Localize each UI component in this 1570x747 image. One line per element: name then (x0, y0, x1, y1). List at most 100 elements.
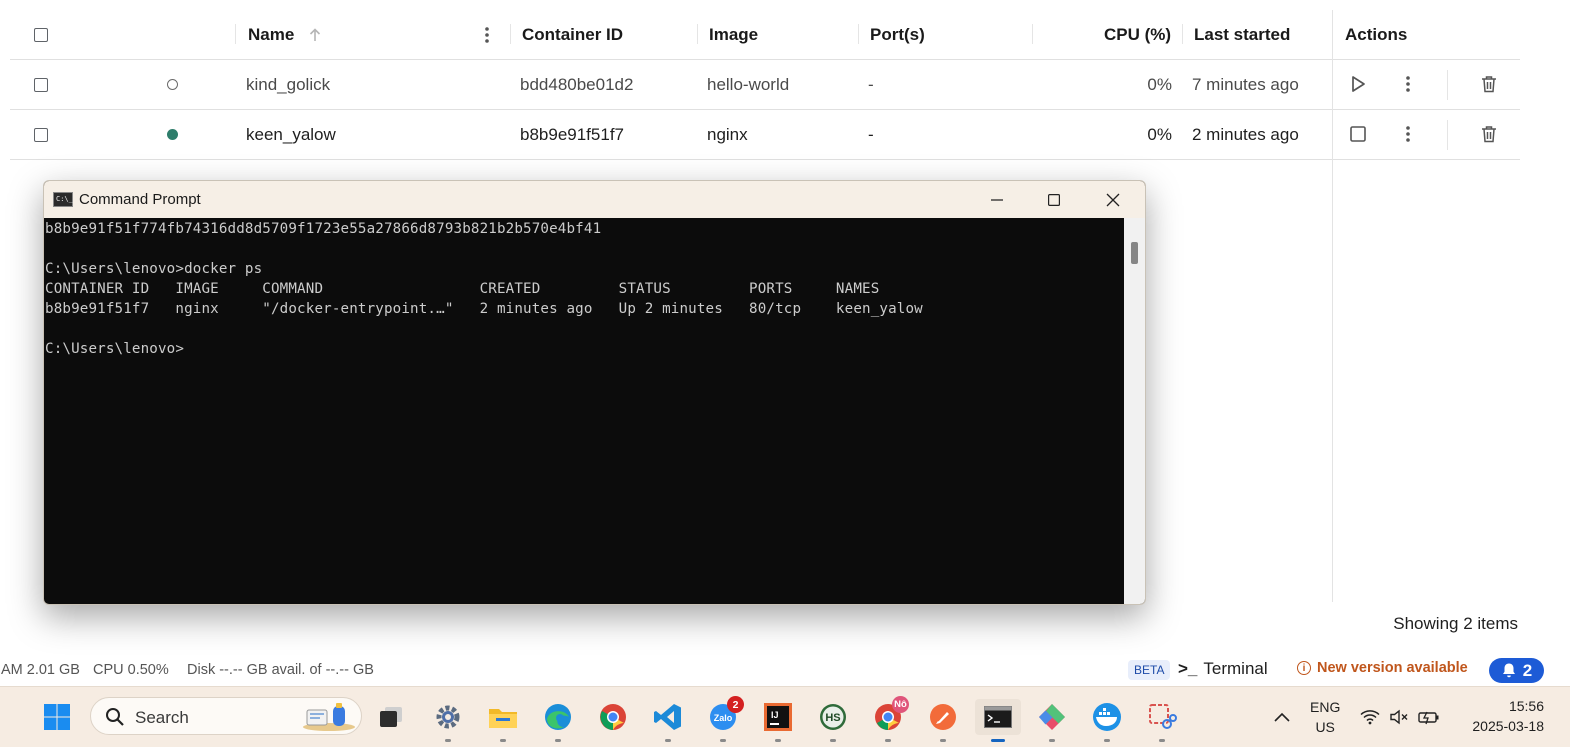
running-indicator (885, 739, 891, 742)
more-options-icon[interactable] (1393, 69, 1423, 99)
zalo-icon[interactable]: Zalo 2 (705, 696, 744, 742)
terminal-line: CONTAINER ID IMAGE COMMAND CREATED STATU… (45, 281, 880, 297)
clock-time: 15:56 (1508, 698, 1544, 714)
header-last-started[interactable]: Last started (1194, 10, 1290, 59)
settings-gear-icon[interactable] (430, 699, 466, 742)
scrollbar-thumb[interactable] (1131, 242, 1138, 264)
region-label: US (1315, 719, 1335, 735)
language-indicator[interactable]: ENG US (1310, 697, 1340, 737)
close-button[interactable] (1084, 181, 1142, 218)
search-label: Search (135, 708, 189, 727)
select-all-checkbox[interactable] (34, 10, 48, 59)
container-last-started: 2 minutes ago (1192, 124, 1299, 144)
window-titlebar[interactable]: C:\_ Command Prompt (44, 181, 1145, 218)
header-image[interactable]: Image (709, 10, 758, 59)
table-row[interactable]: kind_golick bdd480be01d2 hello-world - 0… (10, 60, 1520, 110)
running-indicator (1104, 739, 1110, 742)
terminal-button[interactable]: >_ Terminal (1178, 659, 1268, 679)
header-cpu[interactable]: CPU (%) (1104, 10, 1171, 59)
header-ports[interactable]: Port(s) (870, 10, 925, 59)
trash-icon[interactable] (1474, 69, 1504, 99)
running-indicator (445, 739, 451, 742)
running-indicator (1159, 739, 1165, 742)
terminal-line: b8b9e91f51f774fb74316dd8d5709f1723e55a27… (45, 221, 602, 237)
container-cpu: 0% (1147, 74, 1172, 94)
column-divider (235, 24, 236, 44)
terminal-icon: >_ (1178, 659, 1198, 678)
running-indicator (1049, 739, 1055, 742)
cpu-usage: CPU 0.50% (93, 662, 169, 678)
container-id[interactable]: bdd480be01d2 (520, 60, 633, 109)
vertical-scrollbar[interactable] (1124, 218, 1145, 604)
language-label: ENG (1310, 699, 1341, 715)
status-running-icon (167, 110, 178, 159)
beta-badge: BETA (1128, 660, 1171, 680)
containers-table: Name Container ID Image Port(s) CPU (%) … (10, 10, 1520, 160)
running-indicator (665, 739, 671, 742)
edge-browser-icon[interactable] (540, 699, 576, 742)
container-ports: - (868, 74, 874, 94)
row-checkbox[interactable] (34, 60, 48, 109)
svg-text:HS: HS (825, 712, 840, 724)
git-kraken-icon[interactable] (1034, 699, 1070, 742)
row-checkbox[interactable] (34, 110, 48, 159)
active-indicator (991, 739, 1005, 742)
actions-column-divider (1332, 10, 1333, 602)
disk-usage: Disk --.-- GB avail. of --.-- GB (187, 662, 374, 678)
trash-icon[interactable] (1474, 119, 1504, 149)
terminal-output[interactable]: b8b9e91f51f774fb74316dd8d5709f1723e55a27… (44, 218, 1124, 604)
minimize-button[interactable] (968, 181, 1026, 218)
terminal-line: b8b9e91f51f7 nginx "/docker-entrypoint.…… (45, 301, 923, 317)
table-header: Name Container ID Image Port(s) CPU (%) … (10, 10, 1520, 60)
notifications-button[interactable]: 2 (1489, 658, 1544, 683)
play-icon[interactable] (1343, 69, 1373, 99)
taskbar-search[interactable]: Search (90, 697, 362, 735)
container-last-started: 7 minutes ago (1192, 74, 1299, 94)
postman-icon[interactable] (925, 699, 961, 742)
more-options-icon[interactable] (1393, 119, 1423, 149)
container-image[interactable]: nginx (707, 110, 748, 159)
cmd-app-icon: C:\_ (53, 192, 73, 207)
container-cpu: 0% (1147, 124, 1172, 144)
column-menu-icon[interactable] (480, 10, 494, 59)
snipping-tool-icon[interactable] (1144, 699, 1180, 742)
bell-icon (1502, 663, 1515, 678)
stop-icon[interactable] (1343, 119, 1373, 149)
container-name[interactable]: kind_golick (246, 60, 330, 109)
column-divider (858, 24, 859, 44)
chevron-up-icon[interactable] (1264, 699, 1300, 735)
container-image[interactable]: hello-world (707, 60, 789, 109)
header-container-id[interactable]: Container ID (522, 10, 623, 59)
notification-count: 2 (1522, 660, 1533, 680)
speaker-muted-icon (1390, 709, 1408, 725)
chrome-profile-icon[interactable]: Nô (870, 696, 909, 742)
task-view-icon[interactable] (373, 699, 409, 735)
notification-badge: 2 (727, 696, 744, 713)
terminal-label: Terminal (1203, 659, 1268, 678)
ram-usage: AM 2.01 GB (1, 662, 80, 678)
container-name[interactable]: keen_yalow (246, 110, 336, 159)
hs-app-icon[interactable]: HS (815, 699, 851, 742)
container-ports: - (868, 124, 874, 144)
file-explorer-icon[interactable] (485, 699, 521, 742)
vscode-icon[interactable] (650, 699, 686, 742)
command-prompt-window[interactable]: C:\_ Command Prompt b8b9e91f51f774fb7431… (43, 180, 1146, 605)
column-divider (510, 24, 511, 44)
header-name[interactable]: Name (248, 10, 322, 59)
table-row[interactable]: keen_yalow b8b9e91f51f7 nginx - 0% 2 min… (10, 110, 1520, 160)
system-tray-icons[interactable] (1360, 699, 1440, 735)
running-indicator (720, 739, 726, 742)
docker-icon[interactable] (1089, 699, 1125, 742)
windows-start-icon[interactable] (39, 699, 75, 735)
maximize-button[interactable] (1025, 181, 1083, 218)
sort-ascending-icon[interactable] (308, 27, 322, 43)
running-indicator (775, 739, 781, 742)
container-id[interactable]: b8b9e91f51f7 (520, 110, 624, 159)
chrome-icon[interactable] (595, 699, 631, 735)
new-version-link[interactable]: i New version available (1297, 660, 1468, 676)
svg-text:Zalo: Zalo (714, 713, 733, 723)
intellij-icon[interactable]: IJ (760, 699, 796, 742)
command-prompt-taskbar-icon[interactable] (975, 699, 1021, 742)
clock[interactable]: 15:56 2025-03-18 (1472, 696, 1544, 736)
action-divider (1447, 70, 1448, 100)
